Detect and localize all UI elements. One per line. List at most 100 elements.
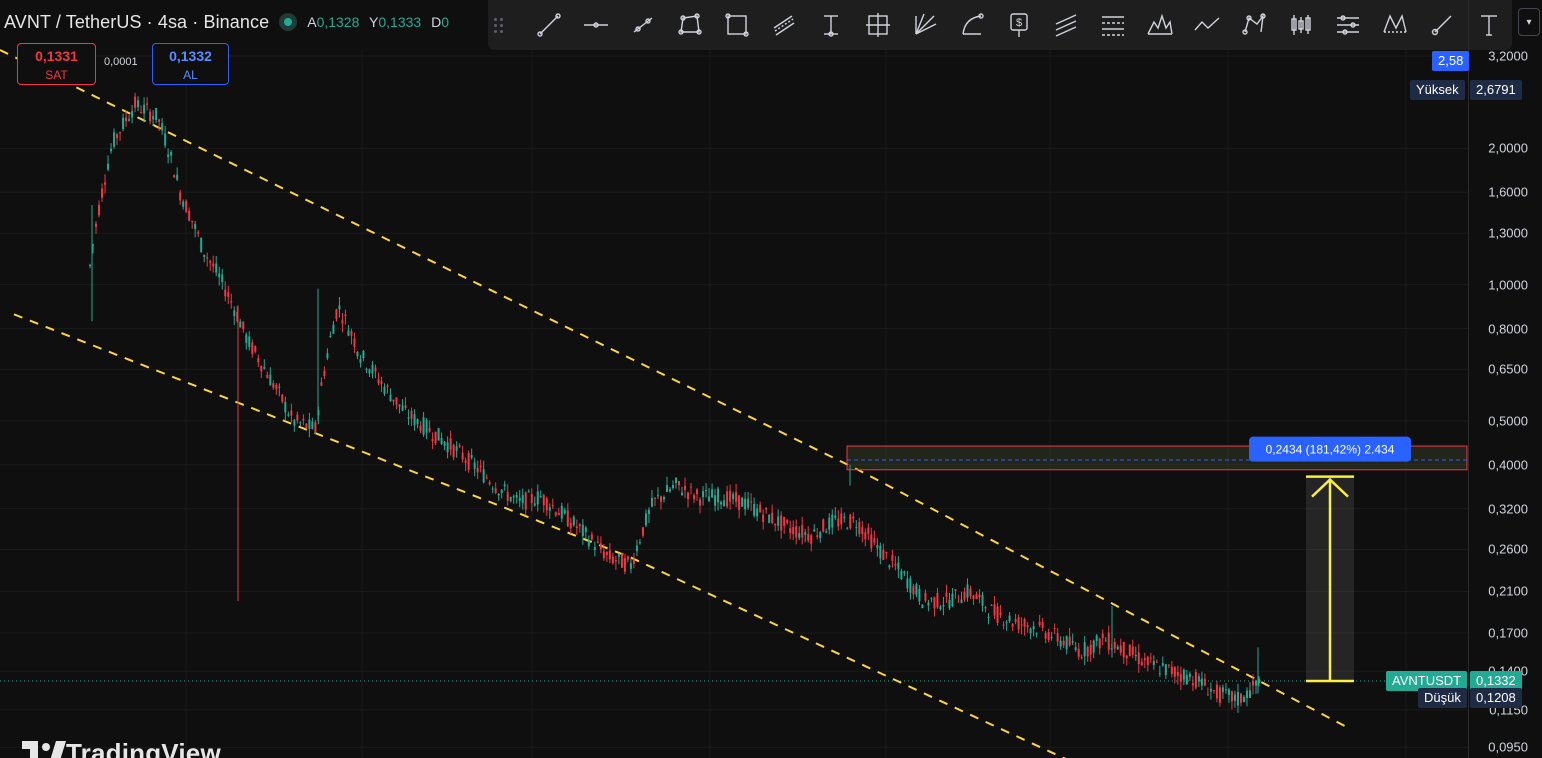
candle-body (696, 489, 699, 495)
candle-body (377, 379, 380, 384)
candle-body (335, 309, 338, 319)
drag-handle-icon[interactable] (494, 13, 508, 37)
candle-body (942, 605, 945, 607)
candle-body (251, 342, 254, 354)
candle-body (485, 477, 488, 479)
candles-icon[interactable] (1277, 5, 1324, 45)
candle-body (461, 452, 464, 460)
settings-lines-icon[interactable] (1324, 5, 1371, 45)
candle-body (783, 516, 786, 526)
crosshair-box-icon[interactable] (855, 5, 902, 45)
candle-body (392, 399, 395, 402)
candle-body (873, 538, 876, 543)
polygon-icon[interactable] (1230, 5, 1277, 45)
sell-button[interactable]: 0,1331 SAT (17, 43, 96, 85)
candle-body (1083, 642, 1086, 657)
candle-body (1038, 621, 1041, 626)
candle-body (711, 489, 714, 498)
candle-body (969, 588, 972, 597)
candle-body (822, 519, 825, 532)
xabcd-icon[interactable] (1371, 5, 1418, 45)
price-label-icon[interactable]: $ (996, 5, 1043, 45)
candle-body (89, 264, 91, 267)
candle-body (1062, 640, 1065, 646)
market-status-icon (279, 13, 298, 31)
candle-body (1128, 644, 1131, 656)
buy-button[interactable]: 0,1332 AL (152, 43, 229, 85)
candle-body (681, 492, 684, 495)
candle-body (1230, 691, 1233, 702)
gann-fan-icon[interactable] (902, 5, 949, 45)
candle-body (816, 535, 819, 537)
candle-body (1227, 689, 1230, 696)
price-tick-label: 3,2000 (1488, 48, 1528, 64)
candle-body (1077, 648, 1080, 657)
candle-body (227, 292, 230, 297)
candle-body (762, 514, 765, 523)
candle-body (1152, 661, 1155, 666)
candle-body (801, 525, 804, 538)
zigzag-icon[interactable] (1183, 5, 1230, 45)
candle-body (870, 534, 873, 549)
price-axis[interactable]: 3,2000 2,0000 1,6000 1,3000 1,0000 0,8000 0,65… (1468, 0, 1542, 758)
candle-body (599, 543, 602, 550)
candle-body (1176, 671, 1179, 676)
symbol-title[interactable]: AVNT / TetherUS · 4sa · Binance (4, 12, 269, 33)
candle-body (1236, 691, 1239, 706)
fib-levels-icon[interactable] (1089, 5, 1136, 45)
brush-icon[interactable] (1418, 5, 1465, 45)
price-chart[interactable]: 0,2434 (181,42%) 2.434 (0, 0, 1542, 758)
drawing-overlay: 0,2434 (181,42%) 2.434 (846, 436, 1468, 683)
parallel-channel-icon[interactable] (761, 5, 808, 45)
candle-body (305, 423, 308, 428)
candle-body (1134, 654, 1137, 657)
candle-body (185, 200, 188, 213)
candle-body (1140, 661, 1143, 666)
candle-body (431, 438, 434, 442)
candle-body (852, 516, 855, 519)
candle-body (470, 455, 473, 458)
candle-body (575, 526, 578, 529)
candle-body (527, 491, 530, 493)
candle-body (584, 527, 587, 532)
candle-body (1059, 640, 1062, 647)
candle-body (1188, 673, 1191, 677)
parallel-lines-icon[interactable] (1042, 5, 1089, 45)
candle-body (362, 350, 365, 359)
candle-body (545, 498, 548, 511)
candle-body (341, 320, 344, 324)
candle-body (215, 263, 218, 273)
candle-body (1206, 694, 1209, 696)
pattern-icon[interactable] (1136, 5, 1183, 45)
candle-body (1125, 655, 1128, 659)
candle-body (975, 594, 978, 599)
candle-body (837, 518, 840, 527)
candle-body (1155, 661, 1158, 663)
candle-body (813, 529, 816, 532)
candle-body (978, 594, 981, 598)
candle-body (774, 523, 777, 526)
candle-body (593, 547, 596, 550)
candle-body (849, 514, 852, 529)
candle-body (611, 556, 614, 564)
candle-body (398, 404, 401, 407)
candle-body (1122, 642, 1125, 658)
candle-body (428, 427, 431, 432)
trend-line-icon[interactable] (526, 5, 573, 45)
path-icon[interactable] (667, 5, 714, 45)
candle-body (729, 490, 732, 502)
candle-body (747, 498, 750, 508)
candle-body (278, 386, 281, 388)
vertical-ruler-icon[interactable] (808, 5, 855, 45)
candle-body (116, 134, 119, 139)
candle-body (497, 493, 500, 496)
arc-icon[interactable] (949, 5, 996, 45)
candle-body (1149, 657, 1152, 659)
horizontal-ray-icon[interactable] (573, 5, 620, 45)
candle-body (374, 367, 377, 372)
rectangle-icon[interactable] (714, 5, 761, 45)
candle-body (482, 469, 485, 483)
info-line-icon[interactable] (620, 5, 667, 45)
candle-body (843, 516, 846, 518)
candle-body (539, 496, 542, 498)
